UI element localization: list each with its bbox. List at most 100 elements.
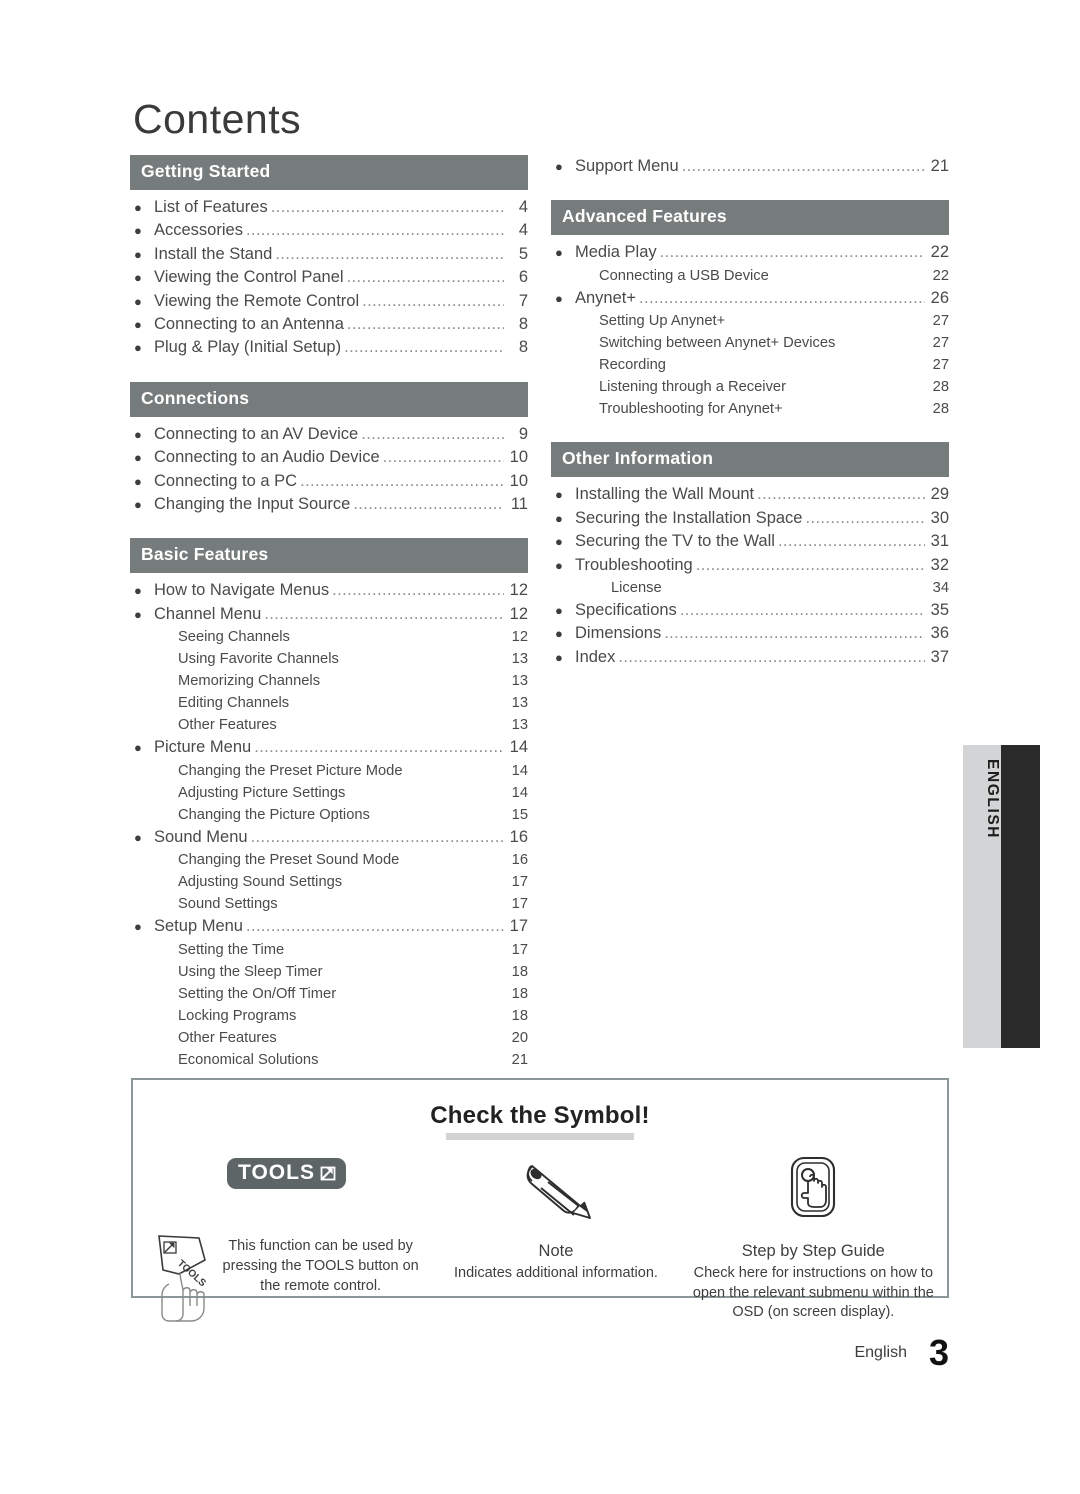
toc-entry-title: Connecting to an Audio Device	[154, 448, 380, 467]
toc-entry-page-number: 6	[518, 268, 528, 287]
page-title: Contents	[133, 96, 302, 142]
toc-entry-page-number: 10	[509, 471, 528, 490]
dot-leader: ........................................…	[695, 555, 925, 574]
toc-entry-page-number: 12	[511, 629, 528, 646]
toc-entry-changing-the-picture-options[interactable]: Changing the Picture Options 15	[130, 804, 528, 826]
footer-page-number: 3	[928, 1332, 949, 1373]
toc-entry-switching-between-anynet-devices[interactable]: Switching between Anynet+ Devices 27	[551, 332, 949, 354]
toc-entry-economical-solutions[interactable]: Economical Solutions 21	[130, 1049, 528, 1071]
toc-entry-plug-play-initial-setup[interactable]: ● Plug & Play (Initial Setup)............…	[130, 336, 528, 359]
toc-entry-connecting-to-an-antenna[interactable]: ● Connecting to an Antenna...............…	[130, 313, 528, 336]
toc-entry-picture-menu[interactable]: ● Picture Menu...........................…	[130, 736, 528, 759]
toc-entry-page-number: 7	[518, 291, 528, 310]
toc-right-column: ● Support Menu...........................…	[551, 155, 949, 669]
toc-entry-installing-the-wall-mount[interactable]: ● Installing the Wall Mount..............…	[551, 483, 949, 506]
toc-entry-securing-the-tv-to-the-wall[interactable]: ● Securing the TV to the Wall............…	[551, 530, 949, 553]
toc-entry-media-play[interactable]: ● Media Play.............................…	[551, 241, 949, 264]
toc-entry-title: Support Menu	[575, 157, 679, 175]
dot-leader: ........................................…	[254, 738, 504, 757]
dot-leader: ........................................…	[664, 624, 925, 643]
toc-entry-list-of-features[interactable]: ● List of Features.......................…	[130, 196, 528, 219]
toc-entry-connecting-to-a-pc[interactable]: ● Connecting to a PC.....................…	[130, 470, 528, 493]
dot-leader: ........................................…	[346, 268, 504, 287]
toc-entry-recording[interactable]: Recording 27	[551, 354, 949, 376]
toc-entry-license[interactable]: License 34	[551, 577, 949, 599]
toc-entry-viewing-the-control-panel[interactable]: ● Viewing the Control Panel..............…	[130, 266, 528, 289]
dot-leader: ........................................…	[382, 448, 504, 467]
toc-entry-page-number: 18	[511, 985, 528, 1002]
toc-entry-page-number: 5	[518, 244, 528, 263]
toc-entry-accessories[interactable]: ● Accessories............................…	[130, 219, 528, 242]
toc-entry-viewing-the-remote-control[interactable]: ● Viewing the Remote Control.............…	[130, 290, 528, 313]
toc-entry-connecting-a-usb-device[interactable]: Connecting a USB Device 22	[551, 265, 949, 287]
toc-entry-title: Economical Solutions	[178, 1052, 319, 1069]
toc-entry-setup-menu[interactable]: ● Setup Menu.............................…	[130, 915, 528, 938]
toc-entry-title: Install the Stand	[154, 244, 273, 263]
toc-entry-changing-the-preset-sound-mode[interactable]: Changing the Preset Sound Mode 16	[130, 849, 528, 871]
toc-entry-page-number: 27	[932, 357, 949, 374]
bullet-icon: ●	[555, 603, 563, 619]
toc-entry-adjusting-sound-settings[interactable]: Adjusting Sound Settings 17	[130, 871, 528, 893]
toc-entry-title: Setting the On/Off Timer	[178, 985, 337, 1002]
bullet-icon: ●	[555, 245, 563, 261]
tools-badge-label: TOOLS	[238, 1161, 315, 1184]
toc-entry-changing-the-preset-picture-mode[interactable]: Changing the Preset Picture Mode 14	[130, 760, 528, 782]
toc-entry-support-menu[interactable]: ● Support Menu...........................…	[551, 155, 949, 178]
toc-entry-index[interactable]: ● Index..................................…	[551, 646, 949, 669]
toc-entry-page-number: 29	[930, 485, 949, 504]
toc-entry-page-number: 12	[509, 581, 528, 600]
toc-entry-locking-programs[interactable]: Locking Programs 18	[130, 1005, 528, 1027]
dot-leader: ........................................…	[346, 314, 504, 333]
toc-entry-troubleshooting-for-anynet[interactable]: Troubleshooting for Anynet+ 28	[551, 398, 949, 420]
toc-entry-sound-settings[interactable]: Sound Settings 17	[130, 893, 528, 915]
bullet-icon: ●	[555, 534, 563, 550]
toc-entry-using-favorite-channels[interactable]: Using Favorite Channels 13	[130, 648, 528, 670]
toc-entry-adjusting-picture-settings[interactable]: Adjusting Picture Settings 14	[130, 782, 528, 804]
dot-leader: ........................................…	[245, 221, 504, 240]
toc-entry-install-the-stand[interactable]: ● Install the Stand......................…	[130, 243, 528, 266]
toc-entry-setting-up-anynet[interactable]: Setting Up Anynet+ 27	[551, 310, 949, 332]
pencil-icon	[518, 1155, 594, 1226]
toc-entry-anynet[interactable]: ● Anynet+................................…	[551, 287, 949, 310]
section-header-advanced-features: Advanced Features	[551, 200, 949, 236]
toc-entry-setting-the-on-off-timer[interactable]: Setting the On/Off Timer 18	[130, 983, 528, 1005]
toc-entry-page-number: 11	[510, 494, 528, 513]
toc-entry-page-number: 8	[518, 338, 528, 357]
toc-entry-title: Specifications	[575, 601, 677, 620]
toc-entry-title: Sound Menu	[154, 827, 248, 846]
check-the-symbol-box: Check the Symbol! TOOLS TOOLS This funct…	[131, 1078, 949, 1322]
toc-entry-connecting-to-an-audio-device[interactable]: ● Connecting to an Audio Device..........…	[130, 446, 528, 469]
toc-entry-securing-the-installation-space[interactable]: ● Securing the Installation Space........…	[551, 507, 949, 530]
toc-entry-channel-menu[interactable]: ● Channel Menu...........................…	[130, 603, 528, 626]
dot-leader: ........................................…	[353, 494, 504, 513]
dot-leader: ........................................…	[332, 581, 504, 600]
toc-entry-page-number: 4	[518, 221, 528, 240]
toc-entry-title: Setup Menu	[154, 917, 243, 936]
toc-entry-page-number: 27	[932, 335, 949, 352]
toc-entry-seeing-channels[interactable]: Seeing Channels 12	[130, 626, 528, 648]
toc-entry-other-features[interactable]: Other Features 20	[130, 1027, 528, 1049]
toc-entry-dimensions[interactable]: ● Dimensions.............................…	[551, 622, 949, 645]
toc-entry-memorizing-channels[interactable]: Memorizing Channels 13	[130, 670, 528, 692]
toc-entry-listening-through-a-receiver[interactable]: Listening through a Receiver 28	[551, 376, 949, 398]
toc-entry-sound-menu[interactable]: ● Sound Menu.............................…	[130, 826, 528, 849]
toc-entry-page-number: 37	[930, 647, 949, 666]
remote-control-tools-button-icon: TOOLS	[153, 1230, 215, 1329]
dot-leader: ........................................…	[805, 508, 925, 527]
toc-entry-page-number: 36	[930, 624, 949, 643]
toc-entry-using-the-sleep-timer[interactable]: Using the Sleep Timer 18	[130, 961, 528, 983]
toc-entry-title: Troubleshooting for Anynet+	[599, 401, 783, 418]
toc-entry-setting-the-time[interactable]: Setting the Time 17	[130, 939, 528, 961]
toc-entry-page-number: 13	[511, 651, 528, 668]
toc-entry-connecting-to-an-av-device[interactable]: ● Connecting to an AV Device.............…	[130, 423, 528, 446]
toc-entry-changing-the-input-source[interactable]: ● Changing the Input Source..............…	[130, 493, 528, 516]
note-caption-body: Indicates additional information.	[453, 1265, 658, 1282]
toc-entry-specifications[interactable]: ● Specifications.........................…	[551, 599, 949, 622]
note-caption: Note Indicates additional information.	[432, 1240, 679, 1284]
toc-entry-other-features[interactable]: Other Features 13	[130, 714, 528, 736]
bullet-icon: ●	[555, 626, 563, 642]
toc-entry-troubleshooting[interactable]: ● Troubleshooting........................…	[551, 554, 949, 577]
toc-entry-editing-channels[interactable]: Editing Channels 13	[130, 692, 528, 714]
toc-entry-how-to-navigate-menus[interactable]: ● How to Navigate Menus..................…	[130, 579, 528, 602]
